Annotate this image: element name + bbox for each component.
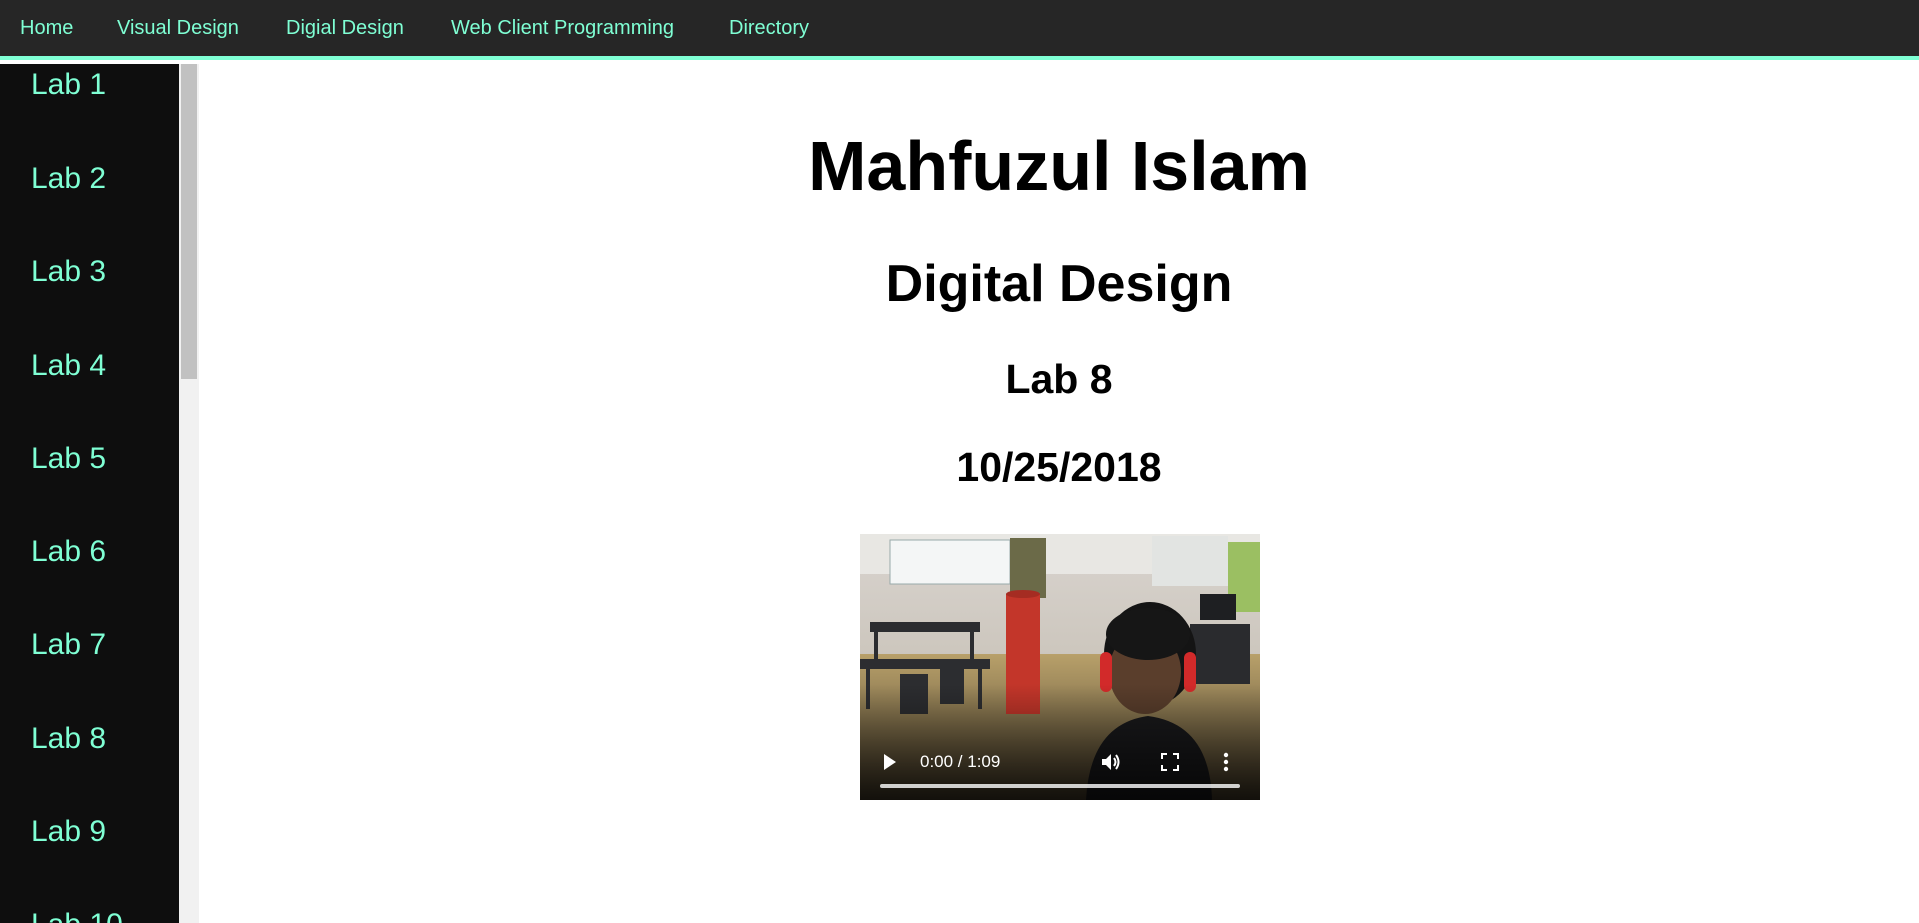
nav-link-web-client-programming[interactable]: Web Client Programming: [451, 17, 674, 40]
nav-link-visual-design[interactable]: Visual Design: [117, 17, 239, 40]
lab-heading: Lab 8: [1005, 356, 1113, 402]
nav-link-digial-design[interactable]: Digial Design: [286, 17, 404, 40]
sidebar-item-lab-1[interactable]: Lab 1: [31, 68, 106, 102]
page-title: Mahfuzul Islam: [808, 127, 1310, 205]
course-heading: Digital Design: [885, 255, 1233, 313]
more-options-icon[interactable]: [1223, 751, 1229, 773]
sidebar-item-lab-9[interactable]: Lab 9: [31, 815, 106, 849]
fullscreen-icon[interactable]: [1161, 753, 1179, 771]
top-navigation-bar: Home Visual Design Digial Design Web Cli…: [0, 0, 1919, 60]
main-content: Mahfuzul Islam Digital Design Lab 8 10/2…: [199, 64, 1919, 923]
nav-link-home[interactable]: Home: [20, 17, 73, 40]
sidebar-item-lab-5[interactable]: Lab 5: [31, 442, 106, 476]
sidebar-item-lab-6[interactable]: Lab 6: [31, 535, 106, 569]
video-progress-bar[interactable]: [880, 784, 1240, 788]
video-time: 0:00 / 1:09: [920, 752, 1001, 771]
date-heading: 10/25/2018: [956, 444, 1162, 490]
video-player[interactable]: 0:00 / 1:09: [860, 534, 1260, 800]
sidebar-scrollbar-thumb[interactable]: [181, 64, 197, 379]
volume-icon[interactable]: [1100, 751, 1122, 773]
nav-link-directory[interactable]: Directory: [729, 17, 809, 40]
sidebar-item-lab-3[interactable]: Lab 3: [31, 255, 106, 289]
sidebar: Lab 1 Lab 2 Lab 3 Lab 4 Lab 5 Lab 6 Lab …: [0, 64, 179, 923]
sidebar-item-lab-4[interactable]: Lab 4: [31, 349, 106, 383]
sidebar-item-lab-7[interactable]: Lab 7: [31, 628, 106, 662]
video-controls: 0:00 / 1:09: [860, 730, 1260, 800]
sidebar-item-lab-2[interactable]: Lab 2: [31, 162, 106, 196]
sidebar-item-lab-8[interactable]: Lab 8: [31, 722, 106, 756]
sidebar-item-lab-10[interactable]: Lab 10: [31, 908, 123, 923]
play-icon[interactable]: [884, 754, 896, 770]
